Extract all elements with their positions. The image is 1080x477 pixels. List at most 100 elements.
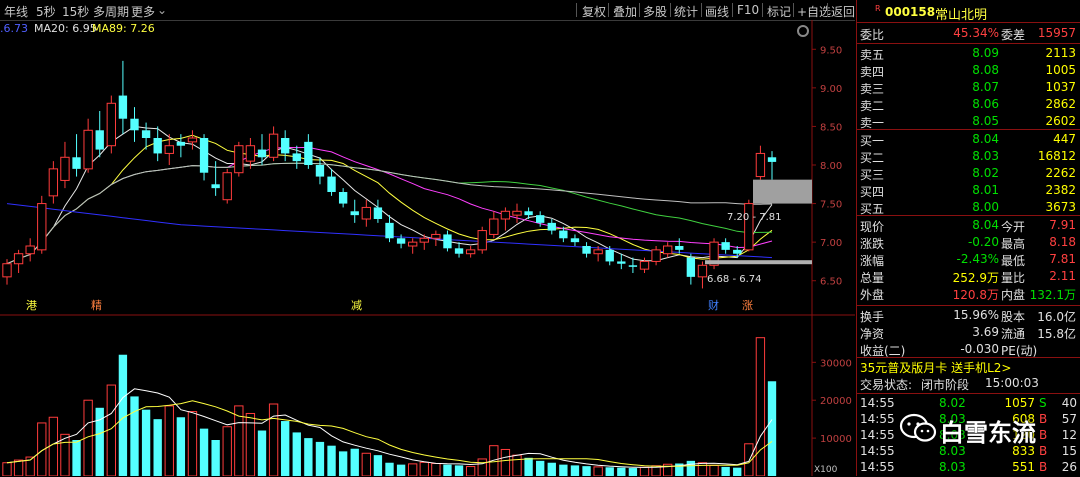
tab-multi-period[interactable]: 多周期 [93, 3, 129, 20]
volume-bar [222, 426, 232, 476]
candle-body [199, 138, 209, 173]
restore-rights-button[interactable]: 复权 [582, 3, 606, 20]
tick-side: B [1039, 460, 1048, 474]
candle-body [443, 234, 452, 249]
tab-5s[interactable]: 5秒 [36, 3, 56, 20]
wechat-icon [899, 413, 937, 442]
ask-row[interactable]: 卖二 8.06 2862 [857, 96, 1080, 114]
weibi-row: 委比 45.34% 委差 15957 [857, 25, 1080, 43]
quote-value: 2.11 [1049, 269, 1076, 283]
volume-bar [141, 409, 151, 476]
volume-bar [13, 459, 24, 476]
trade-status-row: 交易状态: 闭市阶段 15:00:03 [857, 375, 1080, 393]
watermark-text: 白雪东流 [940, 419, 1036, 447]
bid-row[interactable]: 买二 8.03 16812 [857, 148, 1080, 166]
event-marker: 港 [26, 299, 37, 312]
candlestick-chart[interactable]: 9.50 9.00 8.50 8.00 7.50 7.00 6.50 30000 20000 10… [0, 20, 855, 476]
candle-body [350, 211, 359, 216]
candle-body [48, 168, 59, 197]
tick-count: 12 [1061, 428, 1077, 442]
volume-bar [419, 461, 429, 476]
stats-value: 3.69 [972, 325, 999, 339]
promo-text[interactable]: 35元普及版月卡 送手机L2> [860, 359, 1011, 376]
price-tick-label: 9.50 [820, 45, 842, 56]
ma20-line [6, 146, 773, 265]
candle-body [245, 145, 256, 162]
stats-row: 换手 15.96% 股本 16.0亿 [857, 307, 1080, 325]
volume-bar [338, 451, 348, 476]
candle-body [651, 249, 661, 262]
quote-label: 涨跌 [860, 237, 885, 251]
stats-label: 净资 [860, 327, 885, 341]
price-tick-label: 8.00 [820, 161, 842, 172]
candle-body [130, 118, 139, 131]
candle-body [2, 263, 12, 278]
volume-bar [106, 384, 116, 476]
bid-volume: 2382 [1045, 183, 1076, 197]
volume-tick-label: 20000 [820, 396, 852, 407]
weicha-label: 委差 [1001, 28, 1026, 42]
candle-body [559, 230, 568, 239]
overlay-button[interactable]: 叠加 [613, 3, 637, 20]
add-watchlist-button[interactable]: +自选 [797, 3, 831, 20]
candle-body [37, 203, 47, 251]
ask-label: 卖五 [860, 48, 885, 62]
ask-row[interactable]: 卖四 8.08 1005 [857, 62, 1080, 80]
candle-body [315, 165, 325, 177]
ask-row[interactable]: 卖五 8.09 2113 [857, 45, 1080, 63]
tick-time: 14:55 [860, 460, 895, 474]
volume-bar [721, 466, 730, 476]
mark-button[interactable]: 标记 [767, 3, 791, 20]
bid-row[interactable]: 买一 8.04 447 [857, 131, 1080, 149]
candle-body [465, 249, 476, 255]
bid-row[interactable]: 买三 8.02 2262 [857, 165, 1080, 183]
candle-body [176, 141, 186, 146]
ask-price: 8.08 [972, 63, 999, 77]
volume-bar [176, 417, 186, 476]
range-label-lower: 6.68 - 6.74 [707, 274, 762, 285]
tab-more[interactable]: 更多 [131, 3, 155, 20]
ask-volume: 2602 [1045, 114, 1076, 128]
volume-bar [48, 416, 59, 476]
promo-banner[interactable]: 35元普及版月卡 送手机L2> [857, 358, 1080, 376]
volume-bar [187, 411, 198, 476]
bid-price: 8.02 [972, 166, 999, 180]
volume-bar [431, 462, 441, 476]
quote-row: 涨跌 -0.20 最高 8.18 [857, 234, 1080, 252]
stats-label: 流通 [1001, 327, 1026, 341]
volume-bar [443, 464, 452, 476]
tab-15s[interactable]: 15秒 [62, 3, 89, 20]
draw-line-button[interactable]: 画线 [705, 3, 729, 20]
candle-body [582, 246, 591, 254]
candle-body [628, 265, 638, 267]
bid-label: 买三 [860, 168, 885, 182]
multi-stock-button[interactable]: 多股 [643, 3, 667, 20]
volume-bar [524, 457, 533, 476]
statistics-button[interactable]: 统计 [674, 3, 698, 20]
tick-price: 8.03 [939, 460, 966, 474]
bid-row[interactable]: 买四 8.01 2382 [857, 182, 1080, 200]
price-tick-label: 7.00 [820, 238, 842, 249]
volume-bar [465, 466, 476, 476]
chevron-down-icon[interactable]: ⌄ [157, 3, 167, 17]
ask-price: 8.09 [972, 46, 999, 60]
ask-row[interactable]: 卖三 8.07 1037 [857, 79, 1080, 97]
bid-volume: 16812 [1037, 149, 1076, 163]
candle-body [304, 141, 313, 165]
event-marker: 涨 [742, 299, 753, 312]
back-button[interactable]: 返回 [831, 3, 855, 20]
volume-bar [547, 462, 556, 476]
tick-time: 14:55 [860, 412, 895, 426]
weicha-value: 15957 [1037, 26, 1076, 40]
f10-button[interactable]: F10 [737, 3, 759, 17]
tab-year[interactable]: 年线 [4, 3, 28, 20]
candle-body [755, 152, 766, 178]
candle-body [25, 245, 35, 255]
volume-bar [512, 454, 522, 476]
candle-body [281, 138, 290, 154]
volume-bar [211, 440, 220, 476]
candle-body [489, 218, 499, 235]
tick-side: B [1039, 444, 1048, 458]
volume-bar [697, 462, 708, 476]
volume-bar [153, 419, 162, 476]
